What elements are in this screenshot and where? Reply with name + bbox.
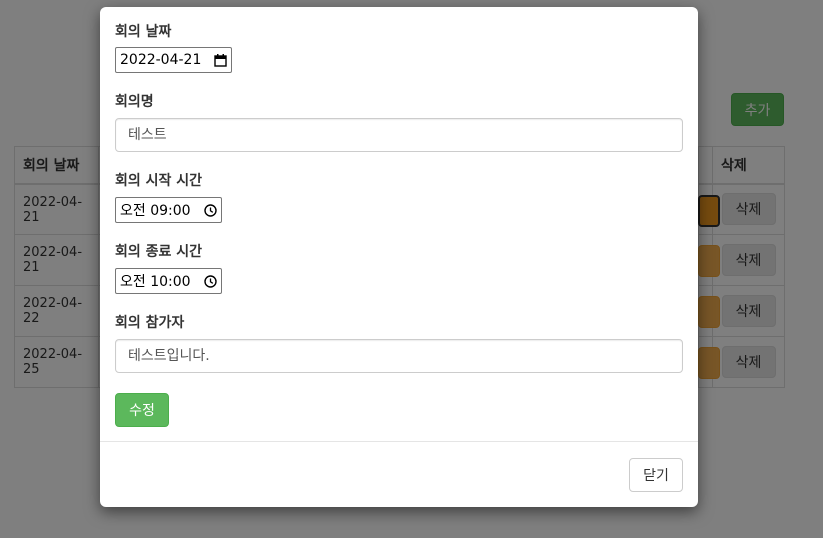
clock-icon[interactable] <box>203 274 217 288</box>
name-label: 회의명 <box>115 94 154 110</box>
name-input[interactable]: 테스트 <box>115 118 683 152</box>
end-time-label: 회의 종료 시간 <box>115 244 203 260</box>
date-value: 2022-04-21 <box>120 52 202 68</box>
participants-input[interactable]: 테스트입니다. <box>115 339 683 373</box>
end-time-input[interactable]: 오전 10:00 <box>115 268 222 294</box>
calendar-icon[interactable] <box>213 53 227 67</box>
date-input[interactable]: 2022-04-21 <box>115 47 232 73</box>
participants-label: 회의 참가자 <box>115 315 185 331</box>
edit-meeting-modal: 회의 날짜 2022-04-21 회의명 테스트 회의 시작 시간 오전 09:… <box>100 7 698 507</box>
submit-button[interactable]: 수정 <box>115 393 169 427</box>
date-label: 회의 날짜 <box>115 24 172 40</box>
close-button[interactable]: 닫기 <box>629 458 683 492</box>
start-time-value: 오전 09:00 <box>120 203 191 219</box>
clock-icon[interactable] <box>203 203 217 217</box>
modal-footer-divider <box>100 441 698 442</box>
end-time-value: 오전 10:00 <box>120 274 191 290</box>
start-time-input[interactable]: 오전 09:00 <box>115 197 222 223</box>
start-time-label: 회의 시작 시간 <box>115 173 203 189</box>
